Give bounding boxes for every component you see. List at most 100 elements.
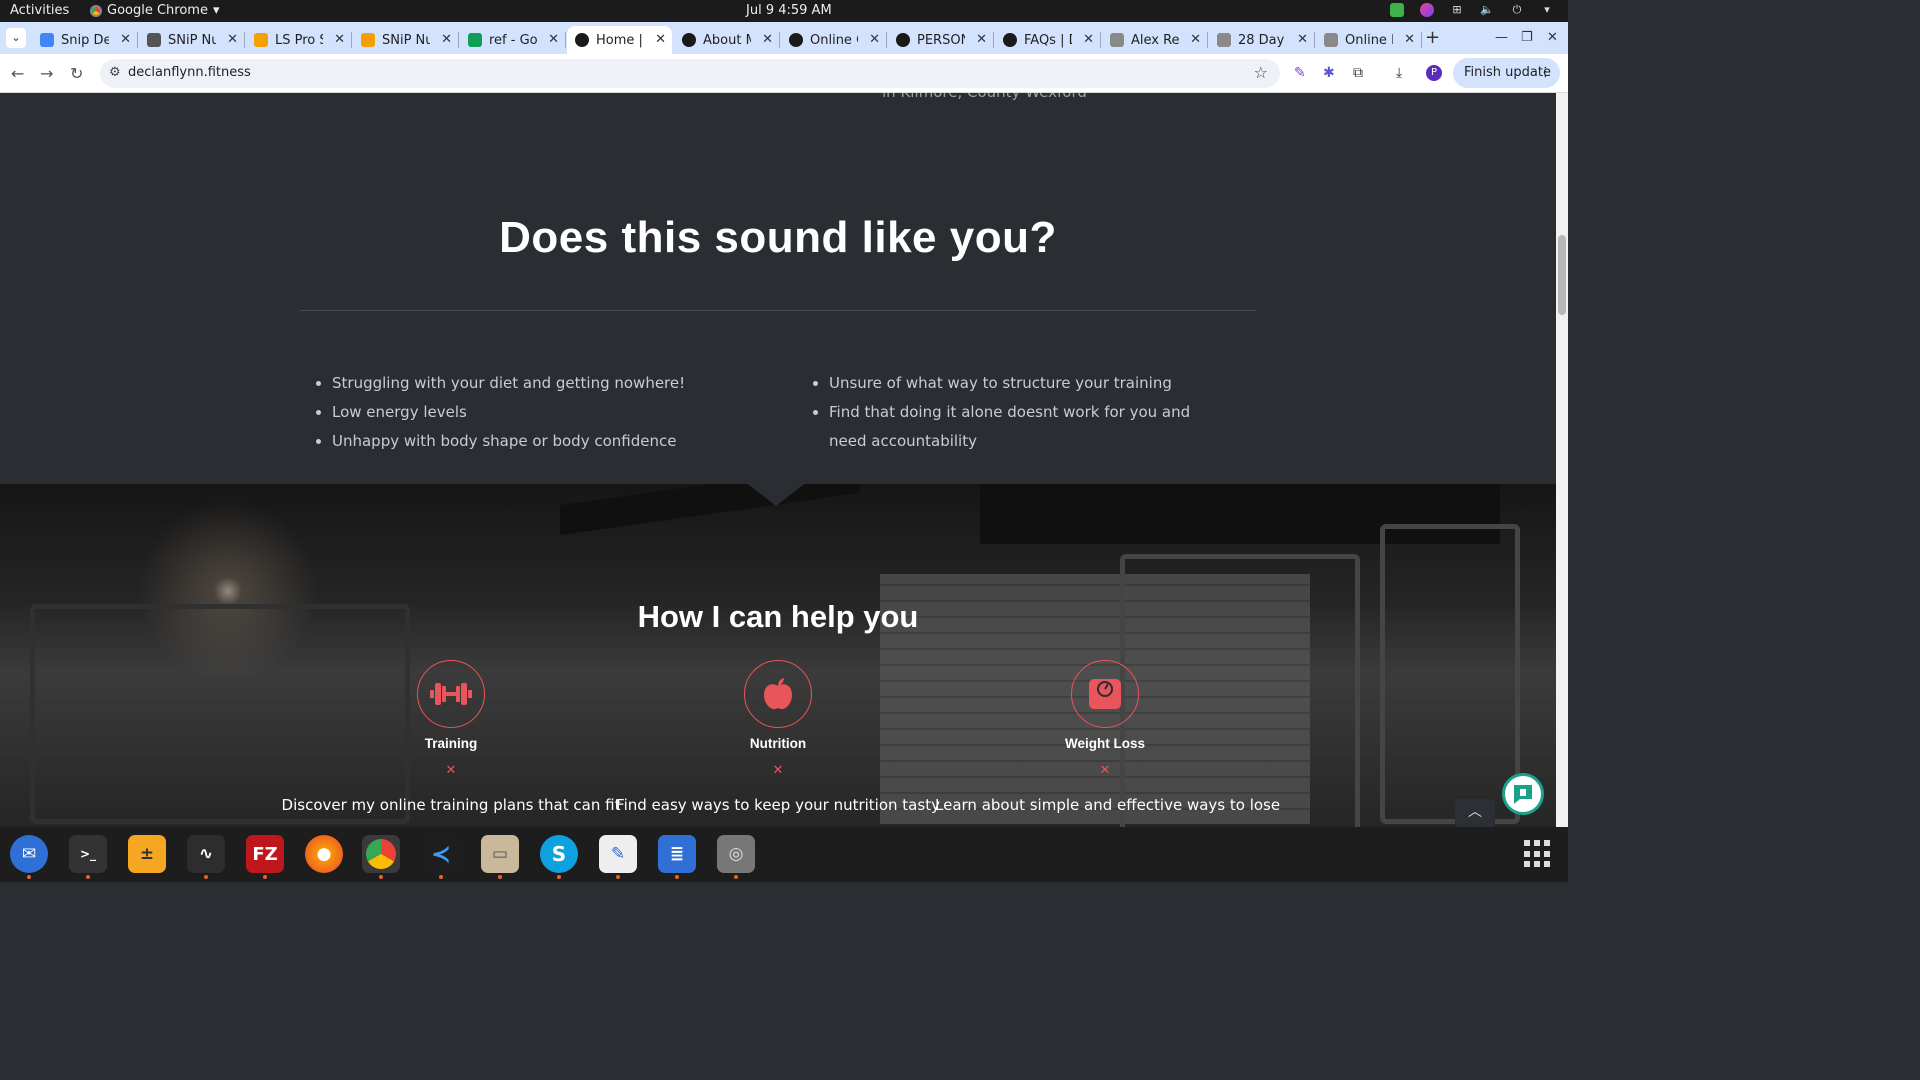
- site-info-icon[interactable]: ⚙: [109, 65, 121, 80]
- filezilla-icon[interactable]: FZ: [246, 835, 284, 879]
- forward-icon[interactable]: →: [40, 64, 53, 83]
- firefox-icon[interactable]: ●: [305, 835, 343, 873]
- tab-favicon-icon: [682, 33, 696, 47]
- pain-points-left: Struggling with your diet and getting no…: [316, 369, 685, 456]
- scrollbar-thumb[interactable]: [1558, 235, 1566, 315]
- tab-0[interactable]: Snip Det ✕: [32, 26, 138, 54]
- tab-close-icon[interactable]: ✕: [227, 32, 238, 47]
- bookmark-star-icon[interactable]: ☆: [1254, 63, 1268, 82]
- tab-2[interactable]: LS Pro Sy ✕: [246, 26, 352, 54]
- chat-widget-button[interactable]: [1502, 773, 1544, 815]
- service-training[interactable]: Training ✕ Discover my online training p…: [281, 660, 621, 814]
- reload-icon[interactable]: ↻: [70, 64, 83, 83]
- profile-avatar[interactable]: P: [1426, 65, 1442, 81]
- snowflake-extension-icon[interactable]: ✱: [1323, 65, 1335, 81]
- tab-close-icon[interactable]: ✕: [548, 32, 559, 47]
- taskbar-dock: ✉ >_ ± ∿ FZ ● ≺ ▭ S ✎ ≣ ◎: [0, 827, 1568, 882]
- pain-points-right: Unsure of what way to structure your tra…: [813, 369, 1193, 456]
- service-nutrition[interactable]: Nutrition ✕ Find easy ways to keep your …: [608, 660, 948, 814]
- back-icon[interactable]: ←: [11, 64, 24, 83]
- tab-favicon-icon: [254, 33, 268, 47]
- tab-search-button[interactable]: ⌄: [6, 28, 26, 48]
- tab-close-icon[interactable]: ✕: [762, 32, 773, 47]
- thunderbird-icon[interactable]: ✉: [10, 835, 48, 879]
- tab-close-icon[interactable]: ✕: [441, 32, 452, 47]
- tab-12[interactable]: Online P ✕: [1316, 26, 1422, 54]
- page-scrollbar[interactable]: [1556, 93, 1568, 827]
- tab-close-icon[interactable]: ✕: [334, 32, 345, 47]
- service-icon-ring: [1071, 660, 1139, 728]
- address-bar[interactable]: ⚙ declanflynn.fitness ☆: [100, 59, 1280, 88]
- finish-update-label: Finish update: [1464, 65, 1551, 80]
- tab-title: LS Pro Sy: [275, 32, 323, 48]
- chat-icon: [1514, 785, 1532, 804]
- url-text[interactable]: declanflynn.fitness: [128, 65, 251, 80]
- update-icon[interactable]: [1390, 3, 1404, 17]
- tab-close-icon[interactable]: ✕: [1083, 32, 1094, 47]
- tab-close-icon[interactable]: ✕: [976, 32, 987, 47]
- tab-title: SNiP Nut: [382, 32, 430, 48]
- vscode-icon[interactable]: ≺: [422, 835, 460, 879]
- system-tray[interactable]: ⊞ 🔈 ⏻ ▾: [1390, 3, 1554, 17]
- power-icon[interactable]: ⏻: [1510, 3, 1524, 17]
- web-page: in Kilmore, County Wexford Does this sou…: [0, 93, 1556, 827]
- tab-10[interactable]: Alex Rea ✕: [1102, 26, 1208, 54]
- tab-close-icon[interactable]: ✕: [869, 32, 880, 47]
- pen-extension-icon[interactable]: ✎: [1294, 65, 1306, 81]
- text-editor-icon[interactable]: ✎: [599, 835, 637, 879]
- download-icon[interactable]: ⤓: [1396, 65, 1402, 81]
- tab-3[interactable]: SNiP Nut ✕: [353, 26, 459, 54]
- tab-1[interactable]: SNiP Nut ✕: [139, 26, 245, 54]
- tab-6[interactable]: About M ✕: [674, 26, 780, 54]
- restore-icon[interactable]: ❐: [1521, 30, 1533, 45]
- tab-close-icon[interactable]: ✕: [1190, 32, 1201, 47]
- tab-close-icon[interactable]: ✕: [1297, 32, 1308, 47]
- chrome-icon[interactable]: [362, 835, 400, 879]
- skype-icon[interactable]: S: [540, 835, 578, 879]
- kebab-menu-icon[interactable]: ⋮: [1539, 58, 1552, 88]
- separator-x-icon: ✕: [445, 763, 457, 778]
- finish-update-button[interactable]: Finish update ⋮: [1453, 58, 1560, 88]
- app-menu[interactable]: Google Chrome ▾: [90, 3, 220, 18]
- location-text: in Kilmore, County Wexford: [882, 93, 1087, 101]
- show-applications-icon[interactable]: [1524, 840, 1552, 868]
- tab-9[interactable]: FAQs | D ✕: [995, 26, 1101, 54]
- app-menu-label: Google Chrome: [107, 3, 208, 18]
- volume-icon[interactable]: 🔈: [1480, 3, 1494, 17]
- caret-down-icon[interactable]: ▾: [1540, 3, 1554, 17]
- tab-favicon-icon: [1324, 33, 1338, 47]
- tab-close-icon[interactable]: ✕: [120, 32, 131, 47]
- close-window-icon[interactable]: ✕: [1547, 30, 1558, 45]
- network-icon[interactable]: ⊞: [1450, 3, 1464, 17]
- chrome-icon: [90, 4, 102, 17]
- tab-favicon-icon: [575, 33, 589, 47]
- tab-8[interactable]: PERSON ✕: [888, 26, 994, 54]
- service-title: Training: [424, 736, 478, 751]
- tab-5[interactable]: Home | D ✕: [567, 26, 672, 54]
- tab-title: FAQs | D: [1024, 32, 1072, 48]
- scroll-to-top-button[interactable]: ︿: [1455, 799, 1495, 827]
- scale-icon: [1089, 679, 1121, 709]
- extensions-puzzle-icon[interactable]: ⧉: [1353, 65, 1363, 81]
- new-tab-button[interactable]: +: [1425, 27, 1440, 48]
- calculator-icon[interactable]: ±: [128, 835, 166, 873]
- tab-title: Home | D: [596, 32, 644, 48]
- tab-11[interactable]: 28 Day C ✕: [1209, 26, 1315, 54]
- tab-close-icon[interactable]: ✕: [1404, 32, 1415, 47]
- activities-button[interactable]: Activities: [10, 3, 69, 18]
- system-monitor-icon[interactable]: ∿: [187, 835, 225, 879]
- service-weight-loss[interactable]: Weight Loss ✕ Learn about simple and eff…: [935, 660, 1280, 814]
- color-picker-icon[interactable]: [1420, 3, 1434, 17]
- tab-4[interactable]: ref - Goo ✕: [460, 26, 566, 54]
- section-divider: [300, 310, 1256, 311]
- terminal-icon[interactable]: >_: [69, 835, 107, 879]
- tab-7[interactable]: Online C ✕: [781, 26, 887, 54]
- tab-title: Online C: [810, 32, 858, 48]
- tab-close-icon[interactable]: ✕: [655, 32, 666, 47]
- disk-utility-icon[interactable]: ◎: [717, 835, 755, 879]
- tab-title: Online P: [1345, 32, 1393, 48]
- document-viewer-icon[interactable]: ≣: [658, 835, 696, 879]
- files-icon[interactable]: ▭: [481, 835, 519, 879]
- minimize-icon[interactable]: —: [1495, 30, 1508, 45]
- clock[interactable]: Jul 9 4:59 AM: [746, 3, 832, 18]
